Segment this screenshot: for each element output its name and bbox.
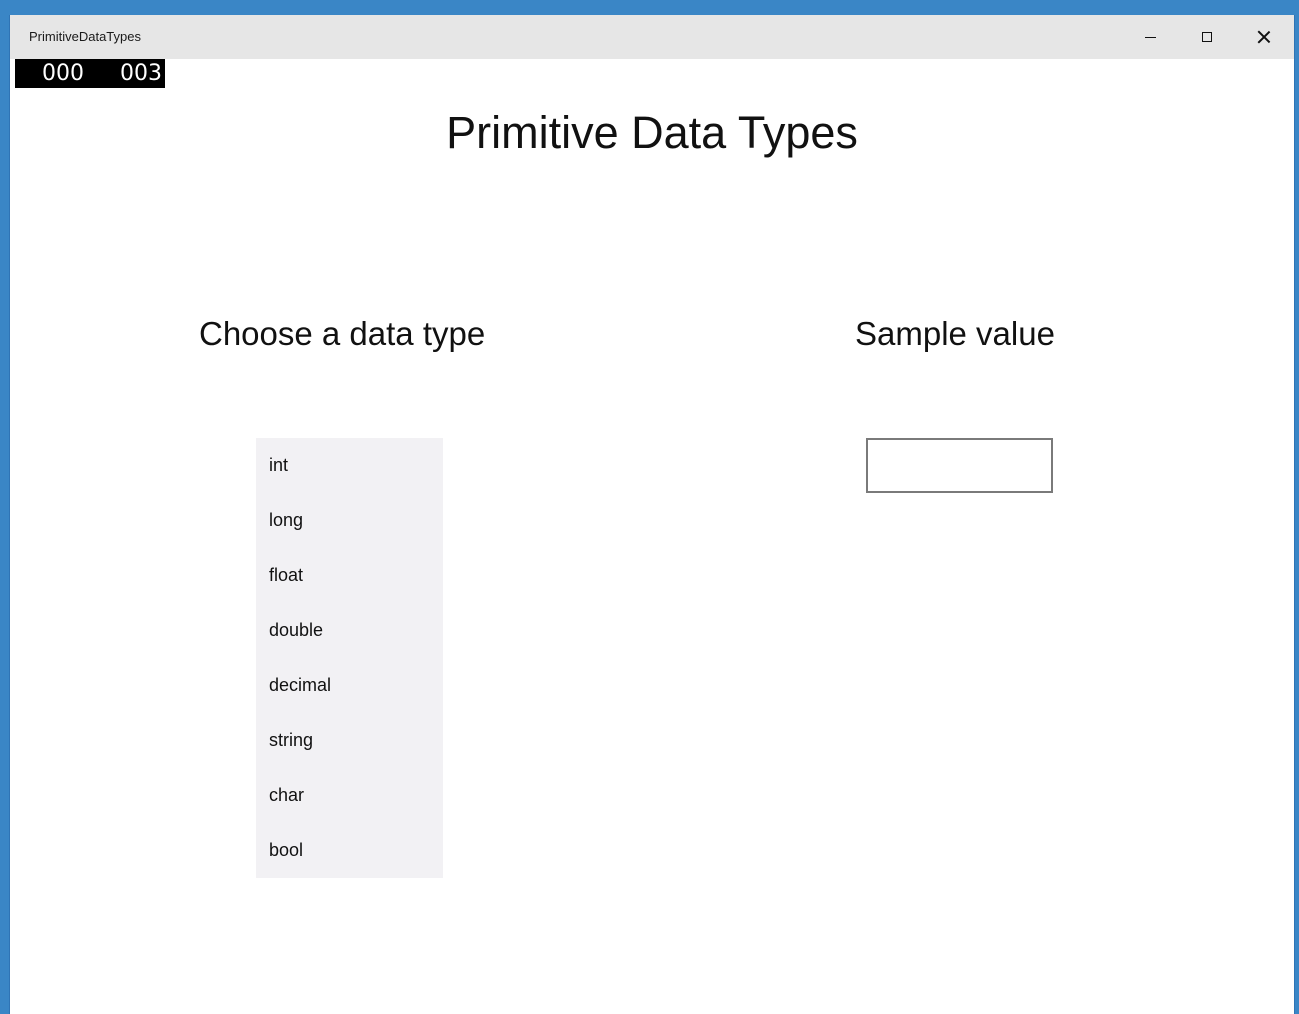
- list-item-long[interactable]: long: [256, 493, 443, 548]
- close-icon: [1257, 30, 1271, 44]
- window-title: PrimitiveDataTypes: [29, 29, 141, 44]
- page-title: Primitive Data Types: [446, 107, 858, 158]
- list-item-string[interactable]: string: [256, 713, 443, 768]
- minimize-icon: [1144, 36, 1156, 38]
- maximize-icon: [1202, 32, 1212, 42]
- list-item-double[interactable]: double: [256, 603, 443, 658]
- frame-counter-right: 003: [120, 61, 162, 86]
- sample-value-heading: Sample value: [855, 315, 1055, 352]
- list-item-bool[interactable]: bool: [256, 823, 443, 878]
- frame-rate-counter: 000 003: [15, 59, 165, 88]
- maximize-button[interactable]: [1179, 15, 1235, 59]
- list-item-int[interactable]: int: [256, 438, 443, 493]
- list-item-char[interactable]: char: [256, 768, 443, 823]
- close-button[interactable]: [1236, 15, 1292, 59]
- sample-value-field[interactable]: [866, 438, 1053, 493]
- choose-data-type-heading: Choose a data type: [199, 315, 486, 352]
- list-item-float[interactable]: float: [256, 548, 443, 603]
- app-window: PrimitiveDataTypes 000 003 Primitive Dat…: [9, 15, 1295, 1014]
- title-bar[interactable]: PrimitiveDataTypes: [10, 15, 1294, 59]
- frame-counter-left: 000: [42, 61, 84, 86]
- list-item-decimal[interactable]: decimal: [256, 658, 443, 713]
- minimize-button[interactable]: [1122, 15, 1178, 59]
- data-type-list[interactable]: int long float double decimal string cha…: [256, 438, 443, 878]
